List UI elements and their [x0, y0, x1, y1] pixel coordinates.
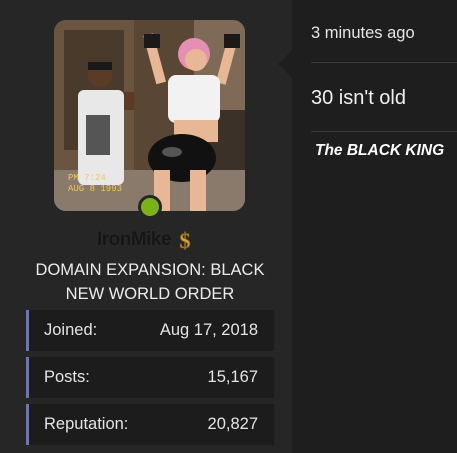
stat-reputation: Reputation: 20,827	[26, 404, 274, 445]
stat-posts: Posts: 15,167	[26, 357, 274, 398]
user-avatar[interactable]: PM 7:24 AUG 8 1993	[54, 20, 245, 211]
post-signature: The BLACK KING	[315, 142, 445, 159]
user-title: DOMAIN EXPANSION: BLACK NEW WORLD ORDER	[35, 261, 265, 303]
post-header-divider	[311, 62, 457, 63]
stat-value[interactable]: 20,827	[208, 415, 258, 434]
avatar-photo: PM 7:24 AUG 8 1993	[54, 20, 245, 211]
stat-label: Joined:	[44, 321, 98, 339]
stat-value: Aug 17, 2018	[159, 321, 258, 339]
svg-text:AUG 8 1993: AUG 8 1993	[68, 184, 122, 194]
post-content-panel	[292, 0, 457, 453]
stat-joined: Joined: Aug 17, 2018	[26, 310, 274, 351]
username[interactable]: IronMike	[97, 229, 172, 251]
svg-text:PM 7:24: PM 7:24	[68, 173, 106, 183]
signature-divider	[311, 131, 457, 132]
post-arrow	[278, 50, 292, 78]
svg-text:$: $	[180, 228, 191, 253]
user-info-panel: PM 7:24 AUG 8 1993 IronMike $ DOMAIN EXP…	[0, 0, 292, 453]
online-status-indicator	[138, 195, 162, 219]
stat-value: 15,167	[207, 368, 258, 386]
post-timestamp[interactable]: 3 minutes ago	[311, 24, 415, 43]
post-body: 30 isn't old	[311, 87, 406, 109]
username-row: IronMike $	[0, 224, 292, 256]
dollar-sign-icon: $	[175, 227, 195, 253]
stat-label: Reputation:	[44, 415, 129, 433]
stat-label: Posts:	[44, 368, 90, 386]
